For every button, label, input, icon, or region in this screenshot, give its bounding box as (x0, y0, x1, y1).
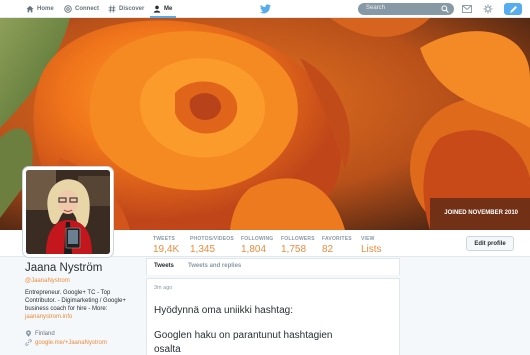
stat-value: 1,804 (241, 244, 267, 255)
nav-home[interactable]: Home (26, 0, 54, 18)
stat-label: FOLLOWERS (281, 236, 315, 242)
search-placeholder: Search (366, 5, 386, 11)
profile-handle[interactable]: @JaanaNystrom (25, 278, 70, 284)
twitter-bird-icon[interactable] (260, 4, 271, 14)
stat-lists[interactable]: VIEW Lists (361, 236, 382, 255)
stat-value: Lists (361, 244, 382, 255)
stat-label: VIEW (361, 236, 375, 242)
profile-location: Finland (25, 330, 55, 337)
nav-home-label: Home (37, 6, 54, 12)
nav-me-label: Me (164, 6, 173, 12)
location-pin-icon (25, 330, 32, 337)
search-input[interactable]: Search (358, 3, 454, 15)
stat-label: TWEETS (153, 236, 176, 242)
settings-gear-icon[interactable] (482, 3, 494, 15)
stat-favorites[interactable]: FAVORITES 82 (322, 236, 352, 255)
top-navigation-bar: Home Connect Discover Me Search (0, 0, 530, 18)
stat-value: 82 (322, 244, 334, 255)
search-icon[interactable] (441, 5, 449, 13)
person-icon (153, 5, 161, 13)
website-text: google.me/+JaanaNystrom (35, 339, 107, 346)
link-icon (25, 339, 32, 346)
hashtag-icon (108, 5, 116, 13)
stat-following[interactable]: FOLLOWING 1,804 (241, 236, 273, 255)
stat-label: FOLLOWING (241, 236, 274, 242)
messages-icon[interactable] (461, 3, 473, 15)
compose-tweet-button[interactable] (504, 3, 522, 15)
joined-date: JOINED NOVEMBER 2010 (444, 210, 518, 216)
profile-bio: Entrepreneur. Google+ TC - Top Contribut… (25, 289, 141, 314)
profile-bio-link[interactable]: jaananystrom.info (25, 314, 72, 320)
tweet-text-line: osalta (154, 344, 181, 355)
nav-discover[interactable]: Discover (108, 0, 144, 18)
nav-connect[interactable]: Connect (64, 0, 99, 18)
quill-icon (509, 5, 517, 13)
edit-profile-button[interactable]: Edit profile (466, 236, 514, 251)
tab-tweets[interactable]: Tweets (154, 263, 174, 269)
tweet-text-line: Googlen haku on parantunut hashtagien (154, 330, 333, 341)
tweet-card[interactable]: 3m ago Hyödynnä oma uniikki hashtag: Goo… (146, 278, 400, 355)
stat-value: 1,758 (281, 244, 307, 255)
nav-discover-label: Discover (119, 6, 145, 12)
active-tab-indicator (150, 16, 176, 18)
home-icon (26, 5, 34, 13)
stat-label: PHOTOS/VIDEOS (190, 236, 234, 242)
avatar[interactable] (23, 167, 113, 257)
stat-followers[interactable]: FOLLOWERS 1,758 (281, 236, 315, 255)
stat-value: 19,4K (153, 244, 180, 255)
profile-website[interactable]: google.me/+JaanaNystrom (25, 339, 107, 346)
stat-value: 1,345 (190, 244, 216, 255)
tweet-timestamp[interactable]: 3m ago (154, 285, 172, 291)
tweet-text-line: Hyödynnä oma uniikki hashtag: (154, 305, 293, 316)
stat-label: FAVORITES (322, 236, 352, 242)
location-text: Finland (35, 330, 55, 337)
at-sign-icon (64, 5, 72, 13)
profile-name: Jaana Nyström (25, 262, 103, 274)
bio-line: Entrepreneur. Google+ TC - Top (25, 290, 111, 296)
bio-line: business coach for hire - More: (25, 306, 108, 313)
timeline-tabs: Tweets Tweets and replies (146, 258, 400, 275)
nav-connect-label: Connect (75, 6, 99, 12)
stat-tweets[interactable]: TWEETS 19,4K (153, 236, 179, 255)
tab-tweets-and-replies[interactable]: Tweets and replies (188, 263, 241, 269)
bio-line: Contributor. - Digimarketing / Google+ (25, 298, 126, 305)
stat-photos-videos[interactable]: PHOTOS/VIDEOS 1,345 (190, 236, 234, 255)
